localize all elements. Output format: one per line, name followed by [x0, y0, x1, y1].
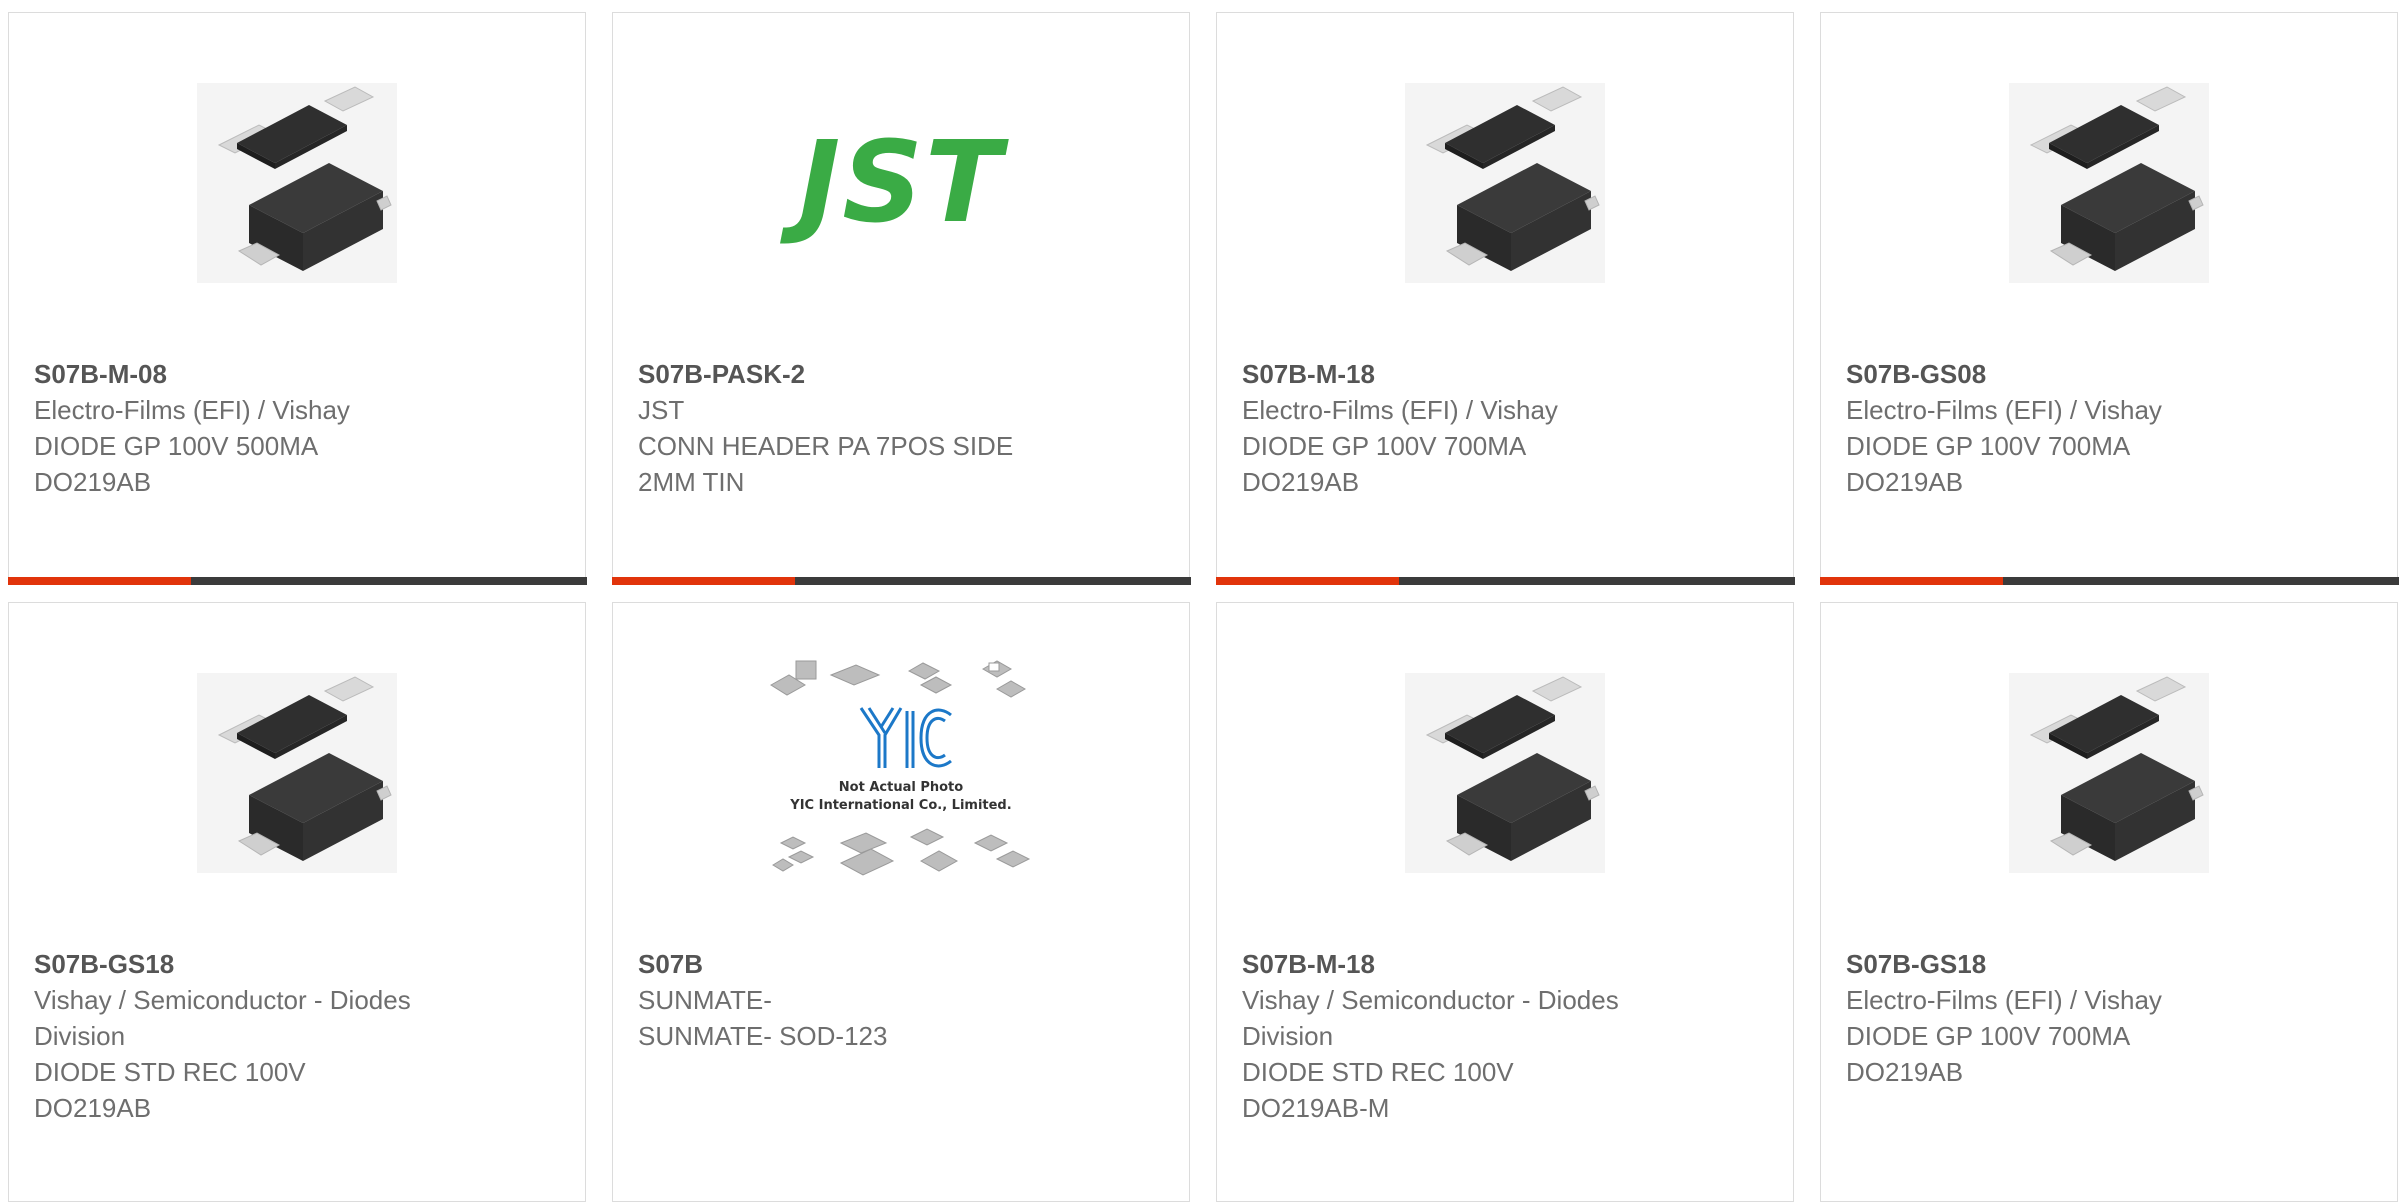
card-bar	[7, 576, 587, 585]
package: DO219AB	[1242, 467, 1360, 497]
manufacturer: Electro-Films (EFI) / Vishay	[1846, 985, 2162, 1015]
diode-package-icon	[2009, 83, 2209, 283]
card-bar-accent	[1215, 576, 1399, 585]
product-card[interactable]: S07B-M-18 Vishay / Semiconductor - Diode…	[1216, 602, 1794, 1202]
description: DIODE GP 100V 500MA	[34, 431, 319, 461]
product-image[interactable]	[1821, 73, 2397, 293]
product-card[interactable]: JST S07B-PASK-2 JST CONN HEADER PA 7POS …	[611, 12, 1191, 585]
description-continued: 2MM TIN	[638, 467, 745, 497]
package: DO219AB-M	[1242, 1093, 1390, 1123]
card-bar-accent	[1819, 576, 2003, 585]
manufacturer: Electro-Films (EFI) / Vishay	[1242, 395, 1558, 425]
manufacturer: SUNMATE-	[638, 985, 772, 1015]
diode-package-icon	[1405, 673, 1605, 873]
product-card[interactable]: S07B-M-18 Electro-Films (EFI) / Vishay D…	[1215, 12, 1795, 585]
product-card[interactable]: Not Actual Photo YIC International Co., …	[612, 602, 1190, 1202]
product-card[interactable]: S07B-GS18 Vishay / Semiconductor - Diode…	[8, 602, 586, 1202]
manufacturer: Electro-Films (EFI) / Vishay	[1846, 395, 2162, 425]
description: DIODE STD REC 100V	[34, 1057, 306, 1087]
product-image[interactable]	[9, 663, 585, 883]
yic-placeholder-image: Not Actual Photo YIC International Co., …	[770, 660, 1031, 876]
description: DIODE GP 100V 700MA	[1846, 431, 2131, 461]
product-card[interactable]: S07B-GS08 Electro-Films (EFI) / Vishay D…	[1819, 12, 2399, 585]
jst-logo: JST	[798, 118, 1004, 248]
manufacturer: JST	[638, 395, 685, 425]
product-image[interactable]: Not Actual Photo YIC International Co., …	[613, 660, 1189, 883]
manufacturer: Vishay / Semiconductor - Diodes	[34, 985, 411, 1015]
part-number[interactable]: S07B-GS08	[1846, 356, 2377, 392]
placeholder-caption: Not Actual Photo	[839, 780, 963, 795]
diode-package-icon	[197, 83, 397, 283]
package: DO219AB	[34, 1093, 152, 1123]
part-number[interactable]: S07B-GS18	[34, 946, 565, 982]
product-image[interactable]: JST	[613, 73, 1189, 293]
placeholder-caption: YIC International Co., Limited.	[789, 798, 1011, 813]
manufacturer-continued: Division	[34, 1021, 126, 1051]
product-image[interactable]	[9, 73, 585, 293]
description: DIODE GP 100V 700MA	[1242, 431, 1527, 461]
card-bar	[1819, 576, 2399, 585]
manufacturer-continued: Division	[1242, 1021, 1334, 1051]
part-number[interactable]: S07B-PASK-2	[638, 356, 1169, 392]
package: DO219AB	[1846, 467, 1964, 497]
part-number[interactable]: S07B-M-18	[1242, 356, 1773, 392]
card-bar-accent	[611, 576, 795, 585]
manufacturer: Vishay / Semiconductor - Diodes	[1242, 985, 1619, 1015]
part-number[interactable]: S07B	[638, 946, 1169, 982]
product-image[interactable]	[1217, 73, 1793, 293]
product-card[interactable]: S07B-M-08 Electro-Films (EFI) / Vishay D…	[7, 12, 587, 585]
product-image[interactable]	[1821, 663, 2397, 883]
diode-package-icon	[1405, 83, 1605, 283]
description: DIODE STD REC 100V	[1242, 1057, 1514, 1087]
product-card[interactable]: S07B-GS18 Electro-Films (EFI) / Vishay D…	[1820, 602, 2398, 1202]
card-bar	[611, 576, 1191, 585]
card-bar-accent	[7, 576, 191, 585]
package: DO219AB	[34, 467, 152, 497]
product-image[interactable]	[1217, 663, 1793, 883]
part-number[interactable]: S07B-GS18	[1846, 946, 2377, 982]
part-number[interactable]: S07B-M-18	[1242, 946, 1773, 982]
diode-package-icon	[2009, 673, 2209, 873]
diode-package-icon	[197, 673, 397, 873]
manufacturer: Electro-Films (EFI) / Vishay	[34, 395, 350, 425]
description: SUNMATE- SOD-123	[638, 1021, 888, 1051]
description: DIODE GP 100V 700MA	[1846, 1021, 2131, 1051]
card-bar	[1215, 576, 1795, 585]
package: DO219AB	[1846, 1057, 1964, 1087]
description: CONN HEADER PA 7POS SIDE	[638, 431, 1014, 461]
part-number[interactable]: S07B-M-08	[34, 356, 565, 392]
